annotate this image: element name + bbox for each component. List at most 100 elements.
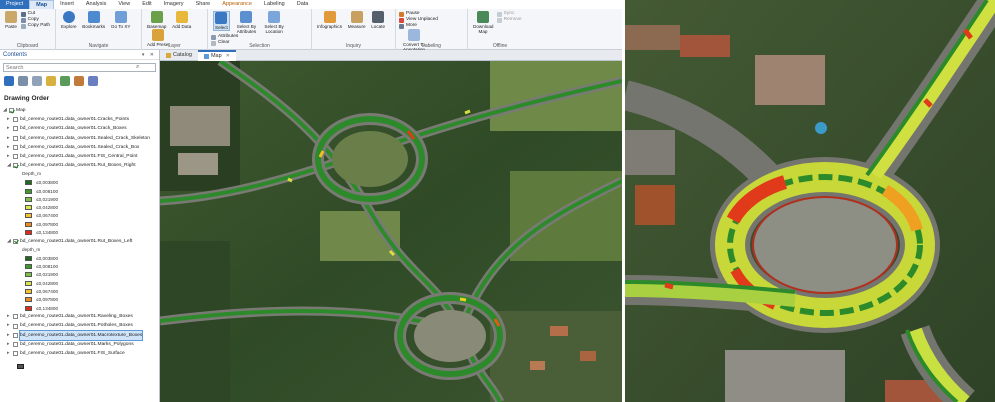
select-button[interactable]: Select — [213, 11, 230, 31]
locate-button[interactable]: Locate — [371, 11, 385, 29]
house-roof — [580, 351, 596, 361]
tab-labeling[interactable]: Labeling — [258, 0, 291, 9]
layer-visibility-checkbox[interactable] — [13, 341, 18, 347]
bookmarks-button[interactable]: Bookmarks — [82, 11, 105, 29]
pool — [815, 122, 827, 134]
basemap-button[interactable]: Basemap — [147, 11, 166, 29]
legend-swatch — [25, 289, 32, 294]
closeup-map — [625, 0, 995, 402]
arcgis-window: Project Map Insert Analysis View Edit Im… — [0, 0, 622, 402]
layer-visibility-checkbox[interactable] — [13, 117, 18, 123]
layer-visibility-checkbox[interactable] — [13, 332, 18, 338]
layer-visibility-checkbox[interactable] — [13, 163, 18, 169]
map-tab-bar: Catalog Map ✕ — [160, 50, 622, 61]
house-roof — [625, 25, 680, 50]
layer-row[interactable]: ▸ bd_ceremo_route01.data_owner01.FIS_Cent… — [3, 152, 159, 161]
layer-row[interactable]: ▸ bd_ceremo_route01.data_owner01.Potholes… — [3, 321, 159, 330]
layer-visibility-checkbox[interactable] — [13, 144, 18, 150]
charts-icon[interactable] — [88, 76, 98, 86]
layer-row-rut-right[interactable]: ◢ bd_ceremo_route01.data_owner01.Rut_Boxe… — [3, 161, 159, 170]
layer-visibility-checkbox[interactable] — [13, 126, 18, 132]
labeling-icon[interactable] — [74, 76, 84, 86]
clipboard-group: Paste Cut Copy Copy Path Clipboard — [0, 9, 56, 50]
clipboard-icon — [5, 11, 17, 23]
layer-row[interactable]: ▸ bd_ceremo_route01.data_owner01.Cracks_P… — [3, 115, 159, 124]
selection-icon[interactable] — [32, 76, 42, 86]
industrial-roof — [170, 106, 230, 146]
goto-xy-button[interactable]: Go To XY — [111, 11, 130, 29]
legend-swatch — [25, 213, 32, 219]
layer-visibility-checkbox[interactable] — [13, 314, 18, 320]
layer-visibility-checkbox[interactable] — [13, 323, 18, 329]
search-icon[interactable]: ⌕ — [136, 64, 139, 71]
house-roof — [725, 350, 845, 402]
legend-class-row: ≤0,008100 — [3, 187, 159, 195]
select-by-location-button[interactable]: Select By Location — [263, 11, 285, 34]
copy-path-button[interactable]: Copy Path — [20, 23, 50, 29]
legend-swatch — [25, 180, 32, 186]
contents-search[interactable]: ⌕ — [3, 63, 156, 72]
layer-row[interactable]: ▸ bd_ceremo_route01.data_owner01.Macrotex… — [3, 329, 159, 341]
legend-field: Depth_m — [22, 171, 42, 177]
tab-view[interactable]: View — [112, 0, 136, 9]
tab-analysis[interactable]: Analysis — [80, 0, 112, 9]
legend-field-left: depth_m — [22, 246, 41, 252]
explore-button[interactable]: Explore — [61, 11, 77, 29]
legend-class-row: ≤0,003800 — [3, 254, 159, 262]
fis-surface-swatch-row — [3, 364, 159, 371]
editing-icon[interactable] — [46, 76, 56, 86]
tab-edit[interactable]: Edit — [136, 0, 157, 9]
legend-swatch — [25, 272, 32, 278]
tab-data[interactable]: Data — [291, 0, 315, 9]
contents-header: Contents ▾ ✕ — [0, 50, 159, 60]
map-visibility-checkbox[interactable] — [9, 108, 14, 114]
layer-row[interactable]: ▸ bd_ceremo_route01.data_owner01.Sealed_C… — [3, 134, 159, 143]
layer-row[interactable]: ▸ bd_ceremo_route01.data_owner01.Raveling… — [3, 312, 159, 321]
explore-icon — [62, 11, 75, 23]
layer-visibility-checkbox[interactable] — [13, 238, 18, 244]
tab-project[interactable]: Project — [0, 0, 30, 9]
drawing-order-heading: Drawing Order — [4, 95, 50, 102]
house-roof — [755, 55, 825, 105]
snapping-icon[interactable] — [60, 76, 70, 86]
house-roof — [680, 35, 730, 57]
layer-row-rut-left[interactable]: ◢ bd_ceremo_route01.data_owner01.Rut_Box… — [3, 237, 159, 246]
layer-row[interactable]: ▸ bd_ceremo_route01.data_owner01.Sealed_C… — [3, 143, 159, 152]
selection-group: Select Select By Attributes Select By Lo… — [208, 9, 312, 50]
tab-share[interactable]: Share — [190, 0, 217, 9]
pane-controls-icon[interactable]: ▾ ✕ — [142, 50, 156, 60]
source-icon[interactable] — [18, 76, 28, 86]
tab-insert[interactable]: Insert — [54, 0, 80, 9]
select-by-attributes-button[interactable]: Select By Attributes — [235, 11, 257, 34]
view-unplaced-icon — [399, 17, 404, 23]
layer-visibility-checkbox[interactable] — [13, 135, 18, 141]
search-input[interactable] — [6, 64, 136, 71]
download-map-button[interactable]: Download Map — [473, 11, 493, 34]
layer-row[interactable]: ▸ bd_ceremo_route01.data_owner01.FIS_Surf… — [3, 349, 159, 358]
scissors-icon — [20, 11, 26, 17]
offline-group: Download Map Sync Remove Offline — [473, 11, 522, 49]
layers-top: ▸ bd_ceremo_route01.data_owner01.Cracks_P… — [3, 115, 159, 170]
tab-catalog[interactable]: Catalog — [160, 50, 198, 61]
add-data-icon — [175, 11, 188, 23]
select-arrow-icon — [215, 12, 228, 24]
contents-pane: Contents ▾ ✕ ⌕ Drawing Order ◢ Map ▸bd_c… — [0, 50, 160, 402]
tab-map-view[interactable]: Map ✕ — [197, 50, 236, 61]
aerial-closeup — [625, 0, 995, 402]
map-canvas[interactable] — [160, 61, 622, 402]
tab-appearance[interactable]: Appearance — [216, 0, 258, 9]
add-data-button[interactable]: Add Data — [172, 11, 191, 29]
infographics-button[interactable]: Infographics — [317, 11, 342, 29]
paste-button[interactable]: Paste — [5, 11, 17, 29]
measure-button[interactable]: Measure — [348, 11, 366, 29]
sync-icon — [496, 11, 502, 17]
tab-map[interactable]: Map — [29, 0, 55, 9]
drawing-order-icon[interactable] — [4, 76, 14, 86]
layer-visibility-checkbox[interactable] — [13, 154, 18, 160]
remove-button[interactable]: Remove — [496, 17, 522, 23]
map-root-row[interactable]: ◢ Map — [3, 106, 159, 115]
layer-row[interactable]: ▸ bd_ceremo_route01.data_owner01.Crack_Bo… — [3, 124, 159, 133]
layer-visibility-checkbox[interactable] — [13, 351, 18, 357]
layer-row[interactable]: ▸ bd_ceremo_route01.data_owner01.Marks_Po… — [3, 340, 159, 349]
tab-imagery[interactable]: Imagery — [158, 0, 190, 9]
